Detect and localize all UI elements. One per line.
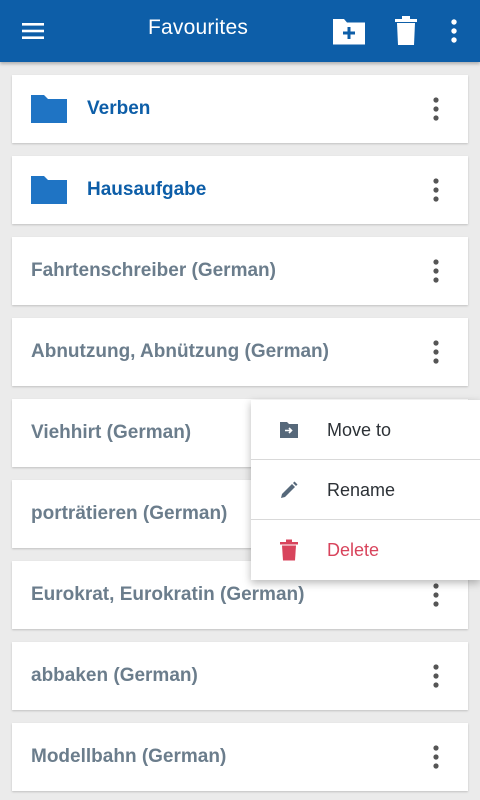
list-item[interactable]: Fahrtenschreiber (German) <box>12 237 468 305</box>
list-item-label: Modellbahn (German) <box>31 746 227 767</box>
item-more-button[interactable] <box>426 662 446 690</box>
move-to-menu-item[interactable]: Move to <box>251 400 480 460</box>
more-vertical-icon <box>433 97 439 121</box>
hamburger-menu-icon <box>22 23 44 39</box>
item-more-button[interactable] <box>426 257 446 285</box>
more-vertical-icon <box>433 583 439 607</box>
rename-menu-item[interactable]: Rename <box>251 460 480 520</box>
rename-label: Rename <box>327 480 396 500</box>
delete-label: Delete <box>327 540 380 560</box>
folder-icon <box>31 95 67 123</box>
list-item-label: Abnutzung, Abnützung (German) <box>31 341 329 362</box>
new-folder-button[interactable] <box>328 0 370 62</box>
new-folder-icon <box>333 19 365 45</box>
item-more-button[interactable] <box>426 176 446 204</box>
list-item-label: Fahrtenschreiber (German) <box>31 260 276 281</box>
hamburger-menu-button[interactable] <box>10 0 56 62</box>
list-item[interactable]: abbaken (German) <box>12 642 468 710</box>
list-item[interactable]: Hausaufgabe <box>12 156 468 224</box>
more-vertical-icon <box>433 178 439 202</box>
item-more-button[interactable] <box>426 338 446 366</box>
pencil-icon <box>278 478 300 502</box>
more-vertical-icon <box>433 340 439 364</box>
item-more-button[interactable] <box>426 743 446 771</box>
list-item-label: porträtieren (German) <box>31 503 228 524</box>
item-more-button[interactable] <box>426 581 446 609</box>
delete-all-button[interactable] <box>388 0 424 62</box>
move-to-folder-icon <box>278 418 300 442</box>
delete-menu-item[interactable]: Delete <box>251 520 480 580</box>
page-title: Favourites <box>148 16 249 39</box>
overflow-menu-button[interactable] <box>440 0 468 62</box>
list-item[interactable]: Modellbahn (German) <box>12 723 468 791</box>
overflow-menu-icon <box>451 19 457 43</box>
more-vertical-icon <box>433 745 439 769</box>
list-item[interactable]: Abnutzung, Abnützung (German) <box>12 318 468 386</box>
list-item-label: Verben <box>87 98 151 119</box>
move-to-label: Move to <box>327 420 392 440</box>
list-item-label: Hausaufgabe <box>87 179 207 200</box>
more-vertical-icon <box>433 664 439 688</box>
context-menu: Move to Rename Delete <box>251 400 480 580</box>
trash-icon <box>395 16 417 45</box>
list-item[interactable]: Verben <box>12 75 468 143</box>
more-vertical-icon <box>433 259 439 283</box>
app-bar: Favourites <box>0 0 480 62</box>
list-item-label: abbaken (German) <box>31 665 198 686</box>
item-more-button[interactable] <box>426 95 446 123</box>
trash-icon <box>278 538 300 562</box>
list-item-label: Viehhirt (German) <box>31 422 192 443</box>
folder-icon <box>31 176 67 204</box>
